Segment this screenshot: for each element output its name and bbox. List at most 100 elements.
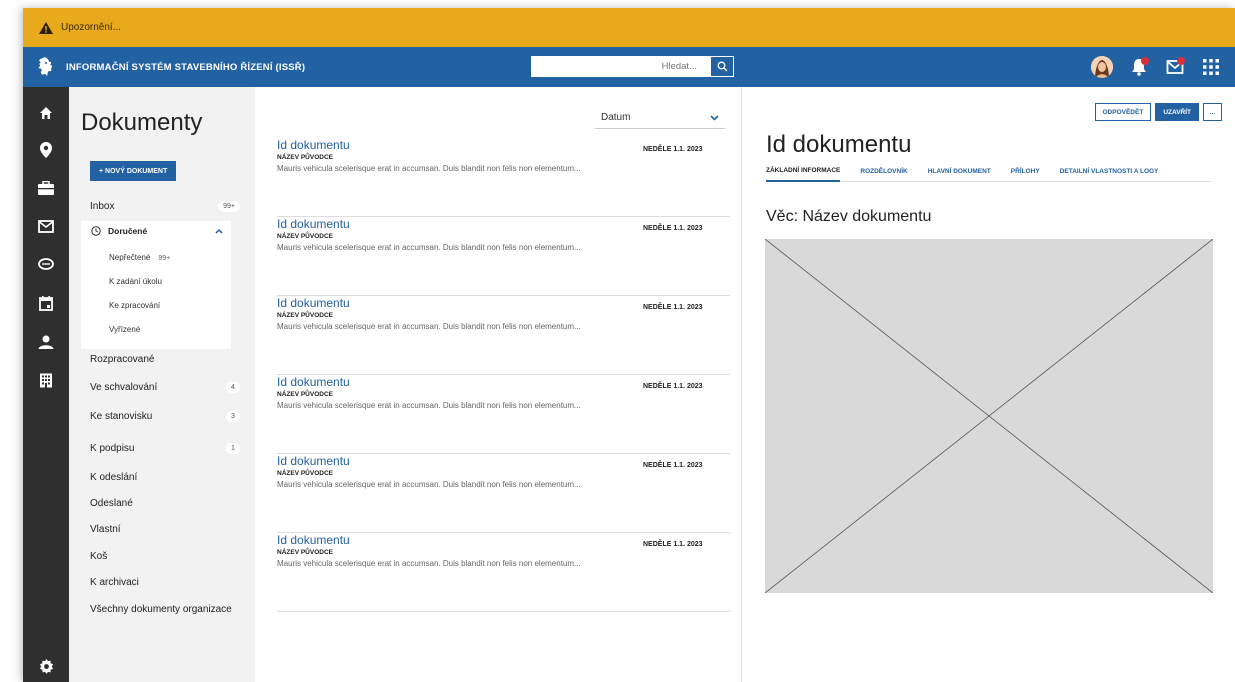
nav-item-received[interactable]: Doručené [91, 226, 223, 236]
nav-item-label: K odeslání [90, 472, 138, 483]
nav-subitem-unread[interactable]: Nepřečtené 99+ [109, 253, 170, 262]
sort-select[interactable]: Datum [595, 107, 725, 129]
nav-item-sent[interactable]: Odeslané [90, 498, 240, 509]
apps-button[interactable] [1201, 57, 1221, 77]
more-button[interactable]: ... [1203, 103, 1222, 121]
tab-detailed-properties[interactable]: DETAILNÍ VLASTNOSTI A LOGY [1060, 161, 1159, 182]
location-icon[interactable] [37, 141, 55, 159]
briefcase-icon[interactable] [37, 179, 55, 197]
count-badge: 99+ [158, 255, 171, 262]
nav-item-own[interactable]: Vlastní [90, 524, 240, 535]
list-item[interactable]: Id dokumentu NÁZEV PŮVODCE Mauris vehicu… [277, 454, 730, 533]
document-subject: Věc: Název dokumentu [766, 208, 932, 225]
nav-item-to-send[interactable]: K odeslání [90, 472, 240, 483]
nav-subitem-assign-task[interactable]: K zadání úkolu [109, 277, 162, 286]
document-origin: NÁZEV PŮVODCE [277, 312, 333, 319]
nav-item-label: Všechny dokumenty organizace [90, 604, 232, 615]
list-item[interactable]: Id dokumentu NÁZEV PŮVODCE Mauris vehicu… [277, 375, 730, 454]
document-description: Mauris vehicula scelerisque erat in accu… [277, 480, 581, 489]
chat-icon[interactable] [37, 255, 55, 273]
alert-text: Upozornění... [61, 22, 122, 33]
nav-item-label: Ke stanovisku [90, 411, 153, 422]
apps-grid-icon [1203, 59, 1219, 75]
envelope-icon[interactable] [37, 217, 55, 235]
nav-subitem-label: Ke zpracování [109, 301, 161, 310]
list-item[interactable]: Id dokumentu NÁZEV PŮVODCE Mauris vehicu… [277, 533, 730, 612]
tab-basic-info[interactable]: ZÁKLADNÍ INFORMACE [766, 161, 841, 182]
count-badge: 1 [226, 443, 240, 454]
nav-item-label: Doručené [108, 226, 148, 236]
nav-item-label: Odeslané [90, 498, 133, 509]
list-item[interactable]: Id dokumentu NÁZEV PŮVODCE Mauris vehicu… [277, 296, 730, 375]
nav-subitem-resolved[interactable]: Vyřízené [109, 325, 140, 334]
nav-item-label: Rozpracované [90, 354, 155, 365]
message-dot [1177, 57, 1185, 65]
icon-rail [23, 87, 69, 682]
nav-item-signature[interactable]: K podpisu 1 [90, 443, 240, 454]
document-date: NEDĚLE 1.1. 2023 [643, 462, 703, 469]
document-date: NEDĚLE 1.1. 2023 [643, 225, 703, 232]
nav-item-archive[interactable]: K archivaci [90, 577, 240, 588]
document-description: Mauris vehicula scelerisque erat in accu… [277, 243, 581, 252]
nav-item-inbox[interactable]: Inbox 99+ [90, 201, 240, 212]
document-date: NEDĚLE 1.1. 2023 [643, 541, 703, 548]
app-title: INFORMAČNÍ SYSTÉM STAVEBNÍHO ŘÍZENÍ (ISS… [66, 61, 306, 73]
notification-dot [1141, 57, 1149, 65]
page-title: Dokumenty [81, 109, 203, 136]
nav-item-label: Inbox [90, 201, 115, 212]
nav-item-trash[interactable]: Koš [90, 551, 240, 562]
document-id[interactable]: Id dokumentu [277, 375, 350, 389]
folder-nav: Dokumenty + NOVÝ DOKUMENT Inbox 99+ Doru… [69, 87, 255, 682]
document-id[interactable]: Id dokumentu [277, 454, 350, 468]
document-id[interactable]: Id dokumentu [277, 296, 350, 310]
settings-icon[interactable] [37, 657, 55, 675]
app-window: Upozornění... INFORMAČNÍ SYSTÉM STAVEBNÍ… [23, 8, 1235, 682]
detail-tabs: ZÁKLADNÍ INFORMACE ROZDĚLOVNÍK HLAVNÍ DO… [766, 161, 1212, 182]
alert-bar: Upozornění... [23, 8, 1235, 47]
search-button[interactable] [711, 57, 733, 76]
nav-subitem-to-process[interactable]: Ke zpracování [109, 301, 160, 310]
building-icon[interactable] [37, 371, 55, 389]
nav-subitem-label: Nepřečtené [109, 253, 151, 262]
header-actions [1091, 56, 1221, 78]
document-origin: NÁZEV PŮVODCE [277, 154, 333, 161]
avatar[interactable] [1091, 56, 1113, 78]
document-date: NEDĚLE 1.1. 2023 [643, 146, 703, 153]
chevron-up-icon[interactable] [215, 228, 223, 234]
messages-button[interactable] [1165, 57, 1185, 77]
nav-item-opinion[interactable]: Ke stanovisku 3 [90, 411, 240, 422]
list-item[interactable]: Id dokumentu NÁZEV PŮVODCE Mauris vehicu… [277, 217, 730, 296]
search-input[interactable] [531, 57, 705, 76]
calendar-icon[interactable] [37, 294, 55, 312]
close-button[interactable]: UZAVŘÍT [1155, 103, 1199, 121]
tab-main-document[interactable]: HLAVNÍ DOKUMENT [928, 161, 991, 182]
document-description: Mauris vehicula scelerisque erat in accu… [277, 401, 581, 410]
new-document-button[interactable]: + NOVÝ DOKUMENT [90, 161, 177, 181]
tab-distribution[interactable]: ROZDĚLOVNÍK [860, 161, 907, 182]
document-id[interactable]: Id dokumentu [277, 217, 350, 231]
clock-icon [91, 226, 101, 236]
received-group: Doručené Nepřečtené 99+ K zadání úkolu Ke… [81, 221, 231, 349]
search-icon [717, 61, 728, 72]
document-preview-placeholder [765, 239, 1213, 593]
nav-subitem-label: K zadání úkolu [109, 277, 162, 286]
reply-button[interactable]: ODPOVĚDĚT [1094, 103, 1152, 121]
tab-attachments[interactable]: PŘÍLOHY [1011, 161, 1040, 182]
home-icon[interactable] [37, 104, 55, 122]
document-date: NEDĚLE 1.1. 2023 [643, 304, 703, 311]
nav-subitem-label: Vyřízené [109, 325, 141, 334]
user-icon[interactable] [37, 333, 55, 351]
nav-item-approval[interactable]: Ve schvalování 4 [90, 382, 240, 393]
document-id[interactable]: Id dokumentu [277, 533, 350, 547]
lion-logo-icon [34, 56, 56, 78]
count-badge: 3 [226, 411, 240, 422]
list-item[interactable]: Id dokumentu NÁZEV PŮVODCE Mauris vehicu… [277, 138, 730, 217]
nav-item-all-org-docs[interactable]: Všechny dokumenty organizace [90, 604, 260, 615]
nav-item-label: K archivaci [90, 577, 139, 588]
document-origin: NÁZEV PŮVODCE [277, 391, 333, 398]
notifications-button[interactable] [1129, 57, 1149, 77]
document-id[interactable]: Id dokumentu [277, 138, 350, 152]
document-origin: NÁZEV PŮVODCE [277, 233, 333, 240]
sort-label: Datum [601, 112, 631, 123]
nav-item-in-progress[interactable]: Rozpracované [90, 354, 240, 365]
